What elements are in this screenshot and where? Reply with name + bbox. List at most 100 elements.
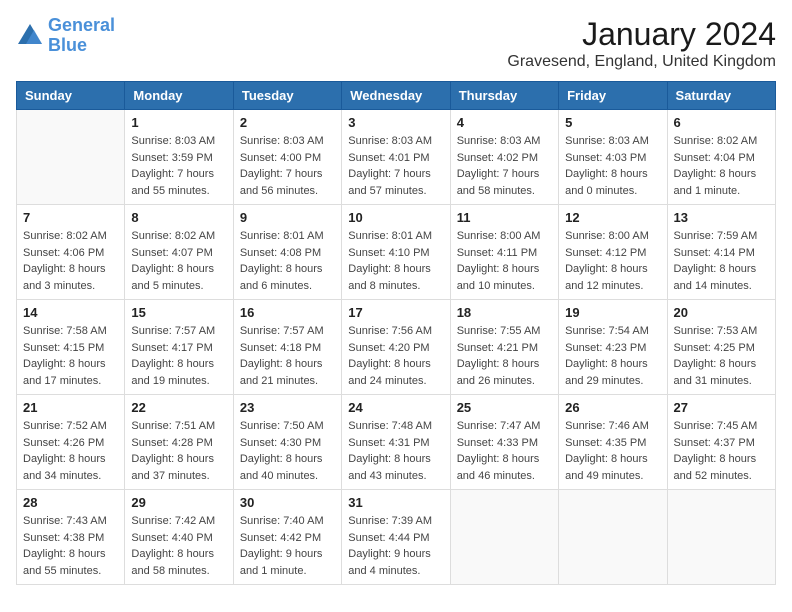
logo-line1: General (48, 15, 115, 35)
calendar-cell: 13 Sunrise: 7:59 AM Sunset: 4:14 PM Dayli… (667, 205, 775, 300)
calendar-cell: 28Sunrise: 7:43 AM Sunset: 4:38 PM Dayli… (17, 490, 125, 585)
logo-text: General Blue (48, 16, 115, 56)
day-info: Sunrise: 7:47 AM Sunset: 4:33 PM Dayligh… (457, 418, 552, 484)
day-number: 6 (674, 115, 769, 130)
calendar-title: January 2024 (507, 16, 776, 53)
day-number: 19 (565, 305, 660, 320)
day-info: Sunrise: 7:57 AM Sunset: 4:17 PM Dayligh… (131, 323, 226, 389)
day-number: 4 (457, 115, 552, 130)
day-number: 12 (565, 210, 660, 225)
day-number: 23 (240, 400, 335, 415)
calendar-cell (559, 490, 667, 585)
day-number: 29 (131, 495, 226, 510)
week-row-4: 21Sunrise: 7:52 AM Sunset: 4:26 PM Dayli… (17, 395, 776, 490)
day-info: Sunrise: 7:57 AM Sunset: 4:18 PM Dayligh… (240, 323, 335, 389)
col-header-monday: Monday (125, 82, 233, 110)
calendar-cell: 30Sunrise: 7:40 AM Sunset: 4:42 PM Dayli… (233, 490, 341, 585)
day-number: 20 (674, 305, 769, 320)
calendar-cell: 6 Sunrise: 8:02 AM Sunset: 4:04 PM Daylig… (667, 110, 775, 205)
col-header-sunday: Sunday (17, 82, 125, 110)
day-info: Sunrise: 8:03 AM Sunset: 4:03 PM Dayligh… (565, 133, 660, 199)
day-number: 8 (131, 210, 226, 225)
day-number: 27 (674, 400, 769, 415)
day-info: Sunrise: 7:59 AM Sunset: 4:14 PM Dayligh… (674, 228, 769, 294)
day-number: 15 (131, 305, 226, 320)
calendar-cell: 22Sunrise: 7:51 AM Sunset: 4:28 PM Dayli… (125, 395, 233, 490)
calendar-cell: 2Sunrise: 8:03 AM Sunset: 4:00 PM Daylig… (233, 110, 341, 205)
logo: General Blue (16, 16, 115, 56)
day-number: 1 (131, 115, 226, 130)
day-info: Sunrise: 8:00 AM Sunset: 4:12 PM Dayligh… (565, 228, 660, 294)
calendar-cell: 1Sunrise: 8:03 AM Sunset: 3:59 PM Daylig… (125, 110, 233, 205)
calendar-cell: 7Sunrise: 8:02 AM Sunset: 4:06 PM Daylig… (17, 205, 125, 300)
day-number: 14 (23, 305, 118, 320)
calendar-cell: 24 Sunrise: 7:48 AM Sunset: 4:31 PM Dayli… (342, 395, 450, 490)
calendar-cell: 23 Sunrise: 7:50 AM Sunset: 4:30 PM Dayli… (233, 395, 341, 490)
day-info: Sunrise: 7:40 AM Sunset: 4:42 PM Dayligh… (240, 513, 335, 579)
day-info: Sunrise: 7:55 AM Sunset: 4:21 PM Dayligh… (457, 323, 552, 389)
col-header-saturday: Saturday (667, 82, 775, 110)
day-info: Sunrise: 8:03 AM Sunset: 4:02 PM Dayligh… (457, 133, 552, 199)
day-info: Sunrise: 7:39 AM Sunset: 4:44 PM Dayligh… (348, 513, 443, 579)
calendar-cell: 25Sunrise: 7:47 AM Sunset: 4:33 PM Dayli… (450, 395, 558, 490)
day-number: 21 (23, 400, 118, 415)
logo-line2: Blue (48, 35, 87, 55)
day-info: Sunrise: 7:53 AM Sunset: 4:25 PM Dayligh… (674, 323, 769, 389)
day-number: 24 (348, 400, 443, 415)
day-info: Sunrise: 8:03 AM Sunset: 4:00 PM Dayligh… (240, 133, 335, 199)
week-row-1: 1Sunrise: 8:03 AM Sunset: 3:59 PM Daylig… (17, 110, 776, 205)
col-header-friday: Friday (559, 82, 667, 110)
day-info: Sunrise: 7:51 AM Sunset: 4:28 PM Dayligh… (131, 418, 226, 484)
calendar-cell: 17Sunrise: 7:56 AM Sunset: 4:20 PM Dayli… (342, 300, 450, 395)
day-number: 16 (240, 305, 335, 320)
col-header-thursday: Thursday (450, 82, 558, 110)
col-header-tuesday: Tuesday (233, 82, 341, 110)
day-number: 7 (23, 210, 118, 225)
calendar-subtitle: Gravesend, England, United Kingdom (507, 53, 776, 71)
calendar-cell: 11Sunrise: 8:00 AM Sunset: 4:11 PM Dayli… (450, 205, 558, 300)
day-info: Sunrise: 8:00 AM Sunset: 4:11 PM Dayligh… (457, 228, 552, 294)
calendar-cell: 14 Sunrise: 7:58 AM Sunset: 4:15 PM Dayli… (17, 300, 125, 395)
day-number: 9 (240, 210, 335, 225)
calendar-cell (17, 110, 125, 205)
day-info: Sunrise: 7:48 AM Sunset: 4:31 PM Dayligh… (348, 418, 443, 484)
calendar-cell: 31 Sunrise: 7:39 AM Sunset: 4:44 PM Dayli… (342, 490, 450, 585)
day-number: 13 (674, 210, 769, 225)
calendar-header-row: SundayMondayTuesdayWednesdayThursdayFrid… (17, 82, 776, 110)
calendar-cell: 9 Sunrise: 8:01 AM Sunset: 4:08 PM Daylig… (233, 205, 341, 300)
day-info: Sunrise: 8:03 AM Sunset: 4:01 PM Dayligh… (348, 133, 443, 199)
title-block: January 2024 Gravesend, England, United … (507, 16, 776, 71)
calendar-cell: 12 Sunrise: 8:00 AM Sunset: 4:12 PM Dayli… (559, 205, 667, 300)
calendar-cell: 19 Sunrise: 7:54 AM Sunset: 4:23 PM Dayli… (559, 300, 667, 395)
day-number: 3 (348, 115, 443, 130)
day-info: Sunrise: 7:54 AM Sunset: 4:23 PM Dayligh… (565, 323, 660, 389)
day-info: Sunrise: 8:01 AM Sunset: 4:10 PM Dayligh… (348, 228, 443, 294)
day-info: Sunrise: 7:50 AM Sunset: 4:30 PM Dayligh… (240, 418, 335, 484)
week-row-3: 14 Sunrise: 7:58 AM Sunset: 4:15 PM Dayli… (17, 300, 776, 395)
week-row-2: 7Sunrise: 8:02 AM Sunset: 4:06 PM Daylig… (17, 205, 776, 300)
calendar-cell: 16 Sunrise: 7:57 AM Sunset: 4:18 PM Dayli… (233, 300, 341, 395)
day-number: 31 (348, 495, 443, 510)
day-number: 17 (348, 305, 443, 320)
calendar-cell: 27Sunrise: 7:45 AM Sunset: 4:37 PM Dayli… (667, 395, 775, 490)
calendar-cell: 3 Sunrise: 8:03 AM Sunset: 4:01 PM Daylig… (342, 110, 450, 205)
logo-icon (16, 22, 44, 50)
calendar-cell: 4 Sunrise: 8:03 AM Sunset: 4:02 PM Daylig… (450, 110, 558, 205)
day-info: Sunrise: 7:46 AM Sunset: 4:35 PM Dayligh… (565, 418, 660, 484)
calendar-cell (450, 490, 558, 585)
day-number: 5 (565, 115, 660, 130)
calendar-cell: 18 Sunrise: 7:55 AM Sunset: 4:21 PM Dayli… (450, 300, 558, 395)
day-info: Sunrise: 7:43 AM Sunset: 4:38 PM Dayligh… (23, 513, 118, 579)
day-info: Sunrise: 8:01 AM Sunset: 4:08 PM Dayligh… (240, 228, 335, 294)
calendar-cell: 20 Sunrise: 7:53 AM Sunset: 4:25 PM Dayli… (667, 300, 775, 395)
calendar-cell: 10Sunrise: 8:01 AM Sunset: 4:10 PM Dayli… (342, 205, 450, 300)
day-number: 18 (457, 305, 552, 320)
day-number: 26 (565, 400, 660, 415)
calendar-table: SundayMondayTuesdayWednesdayThursdayFrid… (16, 81, 776, 585)
day-info: Sunrise: 8:02 AM Sunset: 4:04 PM Dayligh… (674, 133, 769, 199)
week-row-5: 28Sunrise: 7:43 AM Sunset: 4:38 PM Dayli… (17, 490, 776, 585)
calendar-cell (667, 490, 775, 585)
day-info: Sunrise: 8:02 AM Sunset: 4:07 PM Dayligh… (131, 228, 226, 294)
day-info: Sunrise: 7:58 AM Sunset: 4:15 PM Dayligh… (23, 323, 118, 389)
calendar-cell: 15 Sunrise: 7:57 AM Sunset: 4:17 PM Dayli… (125, 300, 233, 395)
